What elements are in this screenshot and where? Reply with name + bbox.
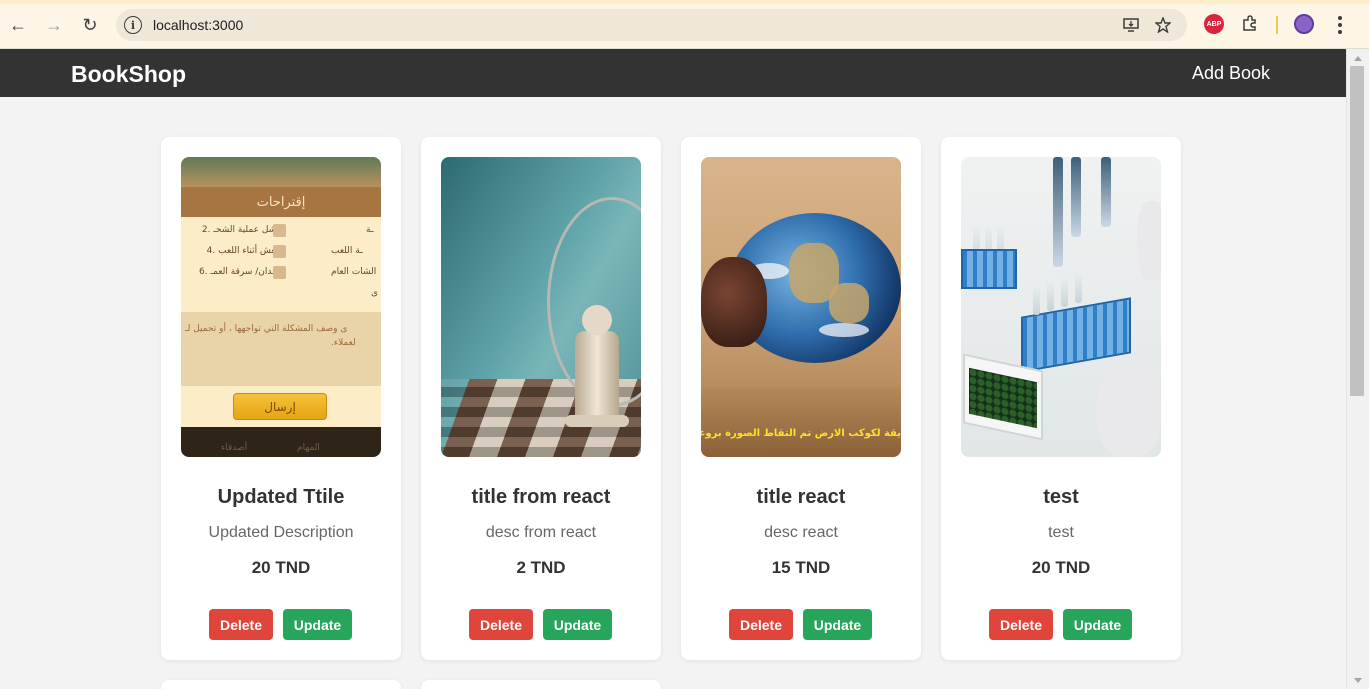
book-title: title from react: [471, 486, 611, 508]
cover-row-text: 2. فشل عملية الشحـ: [201, 225, 281, 235]
back-icon[interactable]: ←: [5, 12, 31, 38]
book-title: Updated Ttile: [217, 486, 345, 508]
cover-row-text: 6. فقدان/ سرقة العمـ: [199, 267, 281, 277]
book-cover-image: إقتراحات 2. فشل عملية الشحـ ـة 4. الغش أث…: [181, 157, 381, 457]
book-card: title from react desc from react 2 TND D…: [421, 137, 661, 660]
scrollbar-thumb[interactable]: [1350, 66, 1364, 396]
cover-bottom-label: أصدقاء: [221, 443, 248, 453]
menu-kebab-icon[interactable]: [1330, 14, 1350, 36]
book-description: desc react: [764, 524, 838, 541]
book-price: 2 TND: [516, 558, 566, 577]
cover-textarea-text: لعملاء.: [331, 338, 356, 348]
delete-button[interactable]: Delete: [209, 609, 273, 640]
profile-icon[interactable]: [1293, 13, 1315, 35]
brand-logo[interactable]: BookShop: [71, 61, 186, 88]
cover-send-button: إرسال: [233, 393, 327, 420]
app-navbar: BookShop Add Book: [0, 49, 1346, 97]
book-price: 15 TND: [771, 558, 831, 577]
cover-header-text: إقتراحات: [181, 187, 381, 217]
cover-row-text: الشات العام: [331, 267, 377, 277]
cover-caption-text: يقة لكوكب الارض تم التقاط الصورة بروعاية…: [701, 428, 901, 439]
toolbar-divider: [1276, 16, 1278, 34]
cover-row-text: ـة: [366, 225, 374, 235]
delete-button[interactable]: Delete: [729, 609, 793, 640]
address-bar[interactable]: i localhost:3000: [116, 9, 1187, 41]
install-icon[interactable]: [1122, 16, 1140, 34]
cover-row-text: ـة اللعب: [331, 246, 363, 256]
cover-row-text: ى: [371, 288, 379, 298]
cover-row-text: 4. الغش أثناء اللعب: [206, 246, 281, 256]
book-title: test: [1043, 486, 1079, 508]
book-price: 20 TND: [1031, 558, 1091, 577]
tab-strip-edge: [0, 0, 1369, 4]
update-button[interactable]: Update: [1063, 609, 1132, 640]
update-button[interactable]: Update: [543, 609, 612, 640]
scroll-up-icon[interactable]: [1354, 56, 1362, 61]
forward-icon[interactable]: →: [41, 12, 67, 38]
book-cover-image: [961, 157, 1161, 457]
book-cover-image: يقة لكوكب الارض تم التقاط الصورة بروعاية…: [701, 157, 901, 457]
browser-toolbar: ← → ↻ i localhost:3000 ABP: [0, 0, 1369, 49]
book-description: Updated Description: [208, 524, 354, 541]
url-text[interactable]: localhost:3000: [153, 17, 243, 33]
book-description: test: [1048, 524, 1074, 541]
book-card: test test 20 TND Delete Update: [941, 137, 1181, 660]
extensions-puzzle-icon[interactable]: [1239, 13, 1261, 35]
reload-icon[interactable]: ↻: [77, 12, 103, 38]
delete-button[interactable]: Delete: [469, 609, 533, 640]
book-cover-image: [441, 157, 641, 457]
site-info-icon[interactable]: i: [124, 16, 142, 34]
book-description: desc from react: [485, 524, 597, 541]
adblock-extension-icon[interactable]: ABP: [1203, 13, 1225, 35]
abp-label: ABP: [1204, 14, 1224, 34]
scroll-down-icon[interactable]: [1354, 678, 1362, 683]
bookmark-star-icon[interactable]: [1154, 16, 1172, 34]
book-card: [161, 680, 401, 689]
update-button[interactable]: Update: [283, 609, 352, 640]
book-card: [421, 680, 661, 689]
book-price: 20 TND: [251, 558, 311, 577]
book-card: يقة لكوكب الارض تم التقاط الصورة بروعاية…: [681, 137, 921, 660]
cover-textarea-text: ى وصف المشكلة التي تواجهها ، أو تحميل لـ: [185, 324, 348, 334]
add-book-link[interactable]: Add Book: [1192, 63, 1270, 84]
update-button[interactable]: Update: [803, 609, 872, 640]
book-title: title react: [756, 486, 846, 508]
page-scrollbar[interactable]: [1346, 49, 1369, 689]
delete-button[interactable]: Delete: [989, 609, 1053, 640]
cover-bottom-label: المهام: [297, 443, 320, 453]
book-card: إقتراحات 2. فشل عملية الشحـ ـة 4. الغش أث…: [161, 137, 401, 660]
